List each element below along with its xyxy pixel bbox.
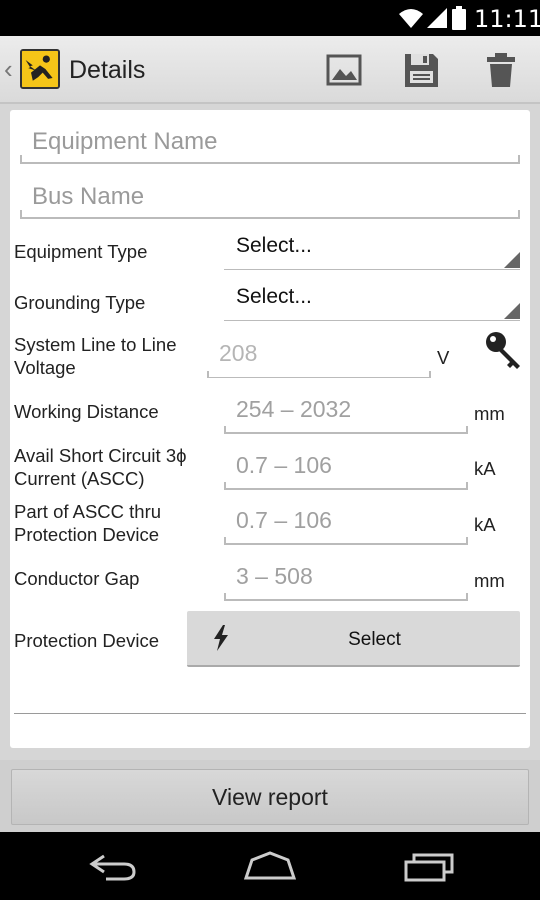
system-voltage-label-line1: System Line to Line xyxy=(14,334,177,355)
protection-device-select-label: Select xyxy=(348,629,401,650)
conductor-gap-label: Conductor Gap xyxy=(14,568,140,589)
spinner-arrow-icon xyxy=(504,303,520,319)
battery-icon xyxy=(452,6,466,30)
page-title: Details xyxy=(69,56,146,84)
grounding-type-value: Select... xyxy=(236,285,312,308)
ascc-input[interactable]: 0.7 – 106 xyxy=(224,444,468,490)
ascc-placeholder: 0.7 – 106 xyxy=(236,452,332,478)
recent-apps-icon[interactable] xyxy=(400,850,456,882)
system-voltage-placeholder: 208 xyxy=(219,340,258,366)
save-icon[interactable] xyxy=(401,50,441,90)
system-voltage-label-line2: Voltage xyxy=(14,357,76,378)
system-voltage-unit: V xyxy=(437,347,450,368)
ascc-thru-device-label: Part of ASCC thru Protection Device xyxy=(14,500,161,546)
working-distance-label: Working Distance xyxy=(14,401,159,422)
ascc-label-line1: Avail Short Circuit 3ϕ xyxy=(14,445,187,466)
details-form-card: Equipment Name Bus Name Equipment Type S… xyxy=(10,110,530,748)
working-distance-placeholder: 254 – 2032 xyxy=(236,396,352,422)
view-report-label: View report xyxy=(212,784,328,810)
grounding-type-label: Grounding Type xyxy=(14,292,146,313)
equipment-type-value: Select... xyxy=(236,234,312,257)
wifi-icon xyxy=(399,9,423,28)
grounding-type-spinner[interactable]: Select... xyxy=(224,277,520,321)
status-clock: 11:11 xyxy=(474,5,540,33)
home-icon[interactable] xyxy=(242,850,298,882)
ascc-label-line2: Current (ASCC) xyxy=(14,468,145,489)
conductor-gap-input[interactable]: 3 – 508 xyxy=(224,555,468,601)
bus-name-placeholder: Bus Name xyxy=(32,183,145,210)
equipment-type-spinner[interactable]: Select... xyxy=(224,226,520,270)
ascc-label: Avail Short Circuit 3ϕ Current (ASCC) xyxy=(14,444,186,490)
divider xyxy=(14,713,526,714)
image-icon[interactable] xyxy=(324,50,364,90)
conductor-gap-placeholder: 3 – 508 xyxy=(236,563,313,589)
ascc-thru-device-label-line1: Part of ASCC thru xyxy=(14,501,162,522)
view-report-button[interactable]: View report xyxy=(11,769,529,825)
ascc-unit: kA xyxy=(474,458,496,479)
equipment-name-input[interactable]: Equipment Name xyxy=(20,118,520,164)
report-button-bar: View report xyxy=(0,760,540,832)
status-bar: 11:11 xyxy=(0,0,540,36)
equipment-name-placeholder: Equipment Name xyxy=(32,128,218,155)
bus-name-input[interactable]: Bus Name xyxy=(20,173,520,219)
ascc-thru-device-unit: kA xyxy=(474,514,496,535)
equipment-type-label: Equipment Type xyxy=(14,241,148,262)
key-icon[interactable] xyxy=(484,330,524,370)
up-chevron-icon[interactable]: ‹ xyxy=(4,54,13,85)
protection-device-select-button[interactable]: Select xyxy=(187,611,520,667)
conductor-gap-unit: mm xyxy=(474,570,505,591)
system-nav-bar xyxy=(0,832,540,900)
arc-flash-app-icon[interactable] xyxy=(20,49,60,89)
ascc-thru-device-label-line2: Protection Device xyxy=(14,524,159,545)
signal-icon xyxy=(427,8,447,28)
working-distance-input[interactable]: 254 – 2032 xyxy=(224,388,468,434)
protection-device-label: Protection Device xyxy=(14,630,159,651)
spinner-arrow-icon xyxy=(504,252,520,268)
system-voltage-label: System Line to Line Voltage xyxy=(14,333,176,379)
ascc-thru-device-input[interactable]: 0.7 – 106 xyxy=(224,499,468,545)
back-icon[interactable] xyxy=(84,850,140,882)
system-voltage-input[interactable]: 208 xyxy=(207,332,431,378)
action-bar: ‹ Details xyxy=(0,36,540,104)
delete-icon[interactable] xyxy=(481,50,521,90)
working-distance-unit: mm xyxy=(474,403,505,424)
ascc-thru-device-placeholder: 0.7 – 106 xyxy=(236,507,332,533)
